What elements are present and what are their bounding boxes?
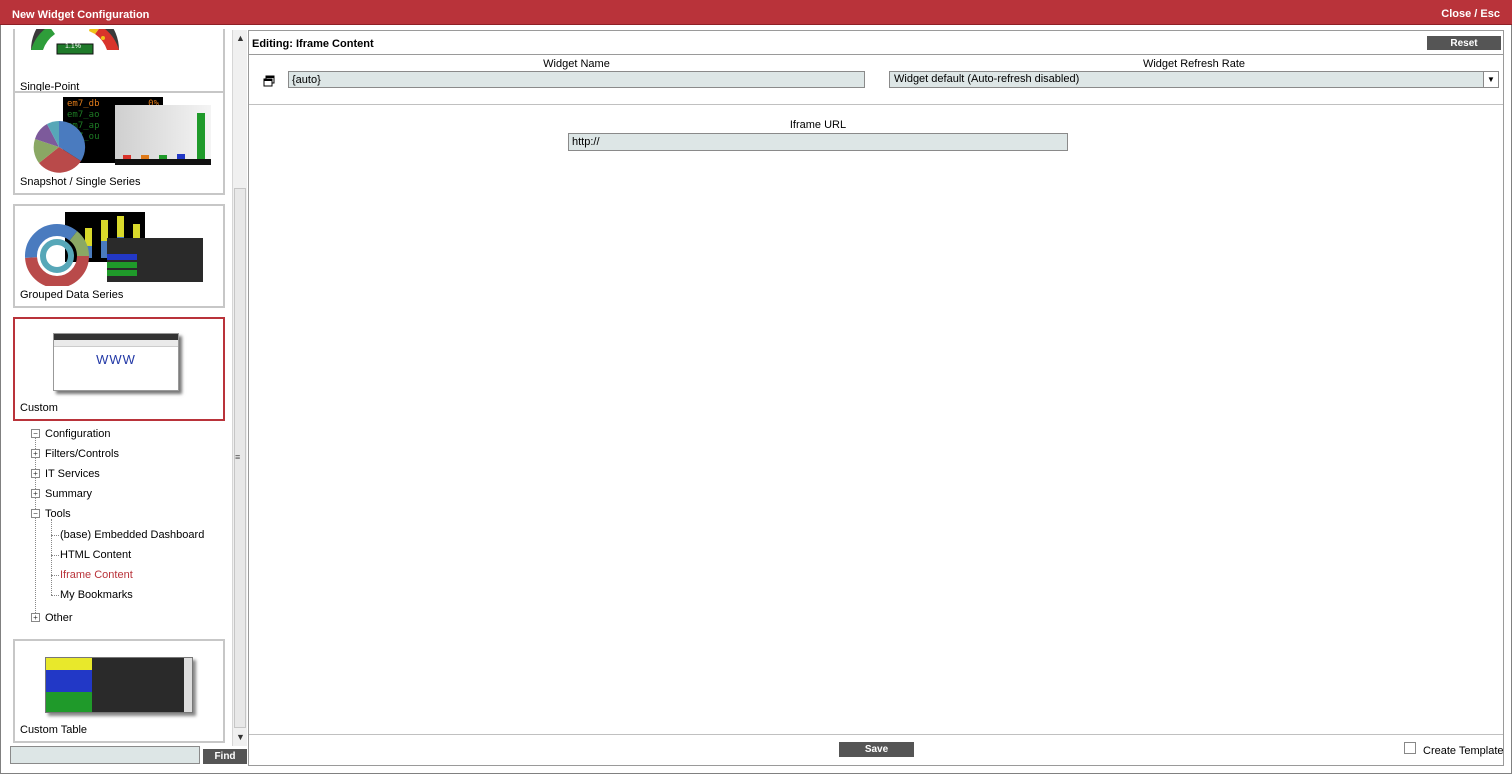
widget-name-label: Widget Name <box>543 58 610 70</box>
refresh-rate-value: Widget default (Auto-refresh disabled) <box>894 73 1080 85</box>
find-button[interactable]: Find <box>203 749 247 764</box>
expand-icon[interactable]: + <box>31 449 40 458</box>
donut-thumbnail <box>25 224 89 286</box>
custom-table-thumbnail <box>45 657 193 713</box>
grip-icon: ≡ <box>235 452 241 462</box>
widget-type-custom[interactable]: WWW Custom <box>13 317 225 421</box>
editor-panel: Editing: Iframe Content Reset Widget Nam… <box>248 30 1504 766</box>
browser-thumbnail: WWW <box>53 333 179 391</box>
widget-type-label: Custom <box>20 402 58 414</box>
create-template-checkbox[interactable] <box>1404 742 1416 754</box>
close-button[interactable]: Close / Esc <box>1441 8 1500 20</box>
collapse-icon[interactable]: − <box>31 509 40 518</box>
snapshot-row: em7_db <box>67 99 100 109</box>
www-text: WWW <box>96 352 136 367</box>
pie-thumbnail <box>33 120 86 173</box>
dialog-title: New Widget Configuration <box>12 9 150 21</box>
scroll-up-icon[interactable]: ▲ <box>236 33 245 43</box>
widget-type-single-point[interactable]: 1.1% Single-Point <box>13 29 225 100</box>
widget-type-custom-table[interactable]: Custom Table <box>13 639 225 743</box>
widget-type-label: Grouped Data Series <box>20 289 124 301</box>
popout-window-icon[interactable] <box>263 75 275 87</box>
iframe-url-label: Iframe URL <box>789 119 847 131</box>
chevron-down-icon[interactable]: ▼ <box>1483 72 1498 87</box>
divider <box>249 54 1503 55</box>
gauge-value: 1.1% <box>65 43 81 50</box>
save-button[interactable]: Save <box>839 742 914 757</box>
expand-icon[interactable]: + <box>31 489 40 498</box>
widget-type-panel: 1.1% Single-Point em7_db em7_ao em7_ap e… <box>9 29 231 745</box>
iframe-url-input[interactable] <box>568 133 1068 151</box>
divider <box>249 104 1503 105</box>
create-template-label: Create Template <box>1423 745 1504 757</box>
bar-thumbnail <box>115 105 211 165</box>
refresh-rate-select[interactable]: Widget default (Auto-refresh disabled) ▼ <box>889 71 1499 88</box>
find-input[interactable] <box>10 746 200 764</box>
reset-button[interactable]: Reset <box>1427 36 1501 50</box>
table-thumbnail <box>107 238 203 282</box>
widget-type-snapshot-single-series[interactable]: em7_db em7_ao em7_ap em7_ou is 0% 0% 0% … <box>13 91 225 195</box>
editor-title: Editing: Iframe Content <box>252 38 374 50</box>
divider <box>249 734 1503 735</box>
dialog-titlebar: New Widget Configuration Close / Esc <box>0 0 1512 25</box>
widget-type-label: Snapshot / Single Series <box>20 176 141 188</box>
widget-type-grouped-data-series[interactable]: Grouped Data Series <box>13 204 225 308</box>
scroll-down-icon[interactable]: ▼ <box>236 732 245 742</box>
widget-type-label: Custom Table <box>20 724 88 736</box>
collapse-icon[interactable]: − <box>31 429 40 438</box>
widget-panel-scrollbar[interactable]: ▲ ≡ ▼ <box>232 30 247 746</box>
refresh-rate-label: Widget Refresh Rate <box>1142 58 1246 70</box>
expand-icon[interactable]: + <box>31 469 40 478</box>
create-template-option[interactable]: Create Template <box>1404 741 1504 759</box>
expand-icon[interactable]: + <box>31 613 40 622</box>
widget-name-input[interactable] <box>288 71 865 88</box>
